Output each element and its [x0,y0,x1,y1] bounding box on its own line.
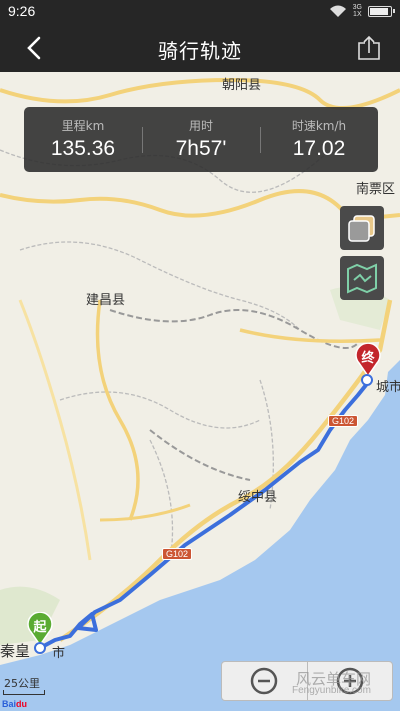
baidu-logo: Baidu [2,699,28,709]
start-marker[interactable]: 起 [26,612,54,646]
duration-stat: 用时 7h57' [142,107,260,172]
start-point [34,642,46,654]
duration-value: 7h57' [175,137,227,160]
zoom-out-icon [251,667,278,695]
title-bar: 骑行轨迹 [0,24,400,72]
highway-shield: G102 [162,548,193,560]
status-time: 9:26 [8,3,36,19]
map-fold-icon [347,263,377,294]
end-marker[interactable]: 终 [354,343,382,377]
map-scale-bar [3,690,45,695]
wifi-icon [329,5,346,17]
map-type-button[interactable] [340,256,384,300]
distance-label: 里程km [61,119,105,133]
distance-stat: 里程km 135.36 [24,107,142,172]
map-label-suizhong: 绥中县 [238,490,278,505]
speed-label: 时速km/h [291,119,347,133]
network-indicator: 3G 1X [352,4,362,18]
layers-button[interactable] [340,206,384,250]
distance-value: 135.36 [50,137,116,160]
layers-icon [348,215,375,242]
page-title: 骑行轨迹 [158,39,242,63]
speed-value: 17.02 [292,137,346,160]
map-scale-label: 25公里 [4,677,40,690]
highway-shield: G102 [328,415,359,427]
ride-stats-panel: 里程km 135.36 用时 7h57' 时速km/h 17.02 [24,107,378,172]
map-label-end-city: 城市 [376,380,400,395]
status-bar: 9:26 3G 1X [0,0,400,24]
duration-label: 用时 [188,119,213,133]
map-label-chaoyang: 朝阳县 [222,78,262,93]
battery-icon [368,5,395,17]
map-label-jianchang: 建昌县 [86,293,126,308]
map-label-nanpiao: 南票区 [356,182,396,197]
end-point [361,374,373,386]
watermark-url: Fengyunbike.com [292,685,371,696]
share-icon[interactable] [356,35,382,61]
speed-stat: 时速km/h 17.02 [260,107,378,172]
